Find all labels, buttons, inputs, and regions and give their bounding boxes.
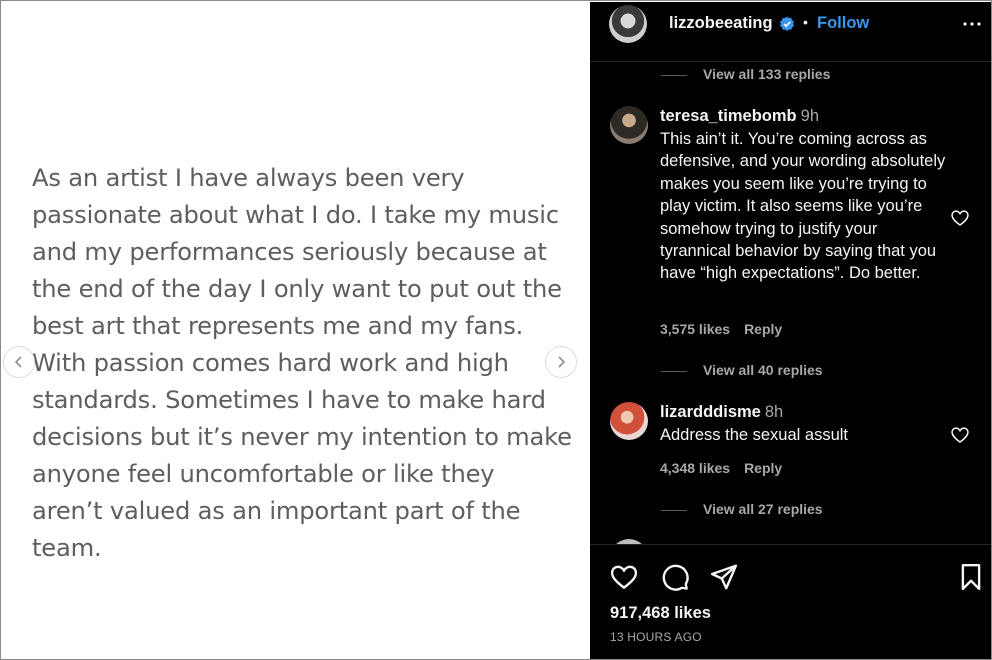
author-username[interactable]: lizzobeeating [669,14,773,33]
next-slide-button[interactable] [545,346,577,378]
comment-text: This ain’t it. You’re coming across as d… [660,130,946,283]
comment-time: 8h [764,403,784,421]
reply-line [661,370,687,372]
comment-bubble-icon[interactable] [660,562,690,592]
comment-avatar[interactable] [610,402,648,440]
chevron-right-icon [558,356,566,368]
view-replies-label: View all 133 replies [703,66,831,82]
reply-button[interactable]: Reply [744,460,782,476]
comment-time: 9h [800,107,819,125]
comment-avatar[interactable] [610,106,648,144]
bookmark-icon[interactable] [956,562,986,592]
comment-like-heart-icon[interactable] [950,208,970,228]
chevron-left-icon [14,356,22,368]
comment-likes[interactable]: 3,575 likes [660,321,730,337]
comment-likes[interactable]: 4,348 likes [660,460,730,476]
reply-line [661,74,687,76]
paper-plane-icon[interactable] [709,562,739,592]
heart-icon[interactable] [609,562,639,592]
comments-list[interactable]: View all 133 replies teresa_timebomb 9h T… [590,62,991,544]
view-replies-button[interactable]: View all 27 replies [661,501,823,517]
post-image: As an artist I have always been very pas… [2,2,590,659]
comment-like-heart-icon[interactable] [950,425,970,445]
previous-slide-button[interactable] [3,346,35,378]
comment-meta: 3,575 likes Reply [660,321,782,337]
post-header: lizzobeeating • Follow [590,2,991,62]
separator-dot: • [803,14,808,30]
comment-text: Address the sexual assult [660,426,849,444]
reply-line [661,509,687,511]
post-likes-count[interactable]: 917,468 likes [610,604,711,623]
view-replies-label: View all 40 replies [703,362,823,378]
post-actions: 917,468 likes 13 HOURS AGO [590,544,991,659]
comment-meta: 4,348 likes Reply [660,460,782,476]
follow-button[interactable]: Follow [817,14,869,33]
reply-button[interactable]: Reply [744,321,782,337]
view-replies-button[interactable]: View all 40 replies [661,362,823,378]
comments-sidebar: lizzobeeating • Follow View all 133 repl… [590,2,991,659]
view-replies-button[interactable]: View all 133 replies [661,66,830,82]
more-options-icon[interactable] [960,12,984,36]
comment-username[interactable]: lizardddisme 8h [660,403,783,422]
author-avatar[interactable] [609,5,647,43]
post-modal: As an artist I have always been very pas… [0,0,992,660]
post-image-text: As an artist I have always been very pas… [32,164,572,562]
view-replies-label: View all 27 replies [703,501,823,517]
post-timestamp: 13 HOURS AGO [610,630,702,644]
comment-username[interactable]: teresa_timebomb 9h [660,107,819,126]
verified-badge-icon [780,16,794,31]
